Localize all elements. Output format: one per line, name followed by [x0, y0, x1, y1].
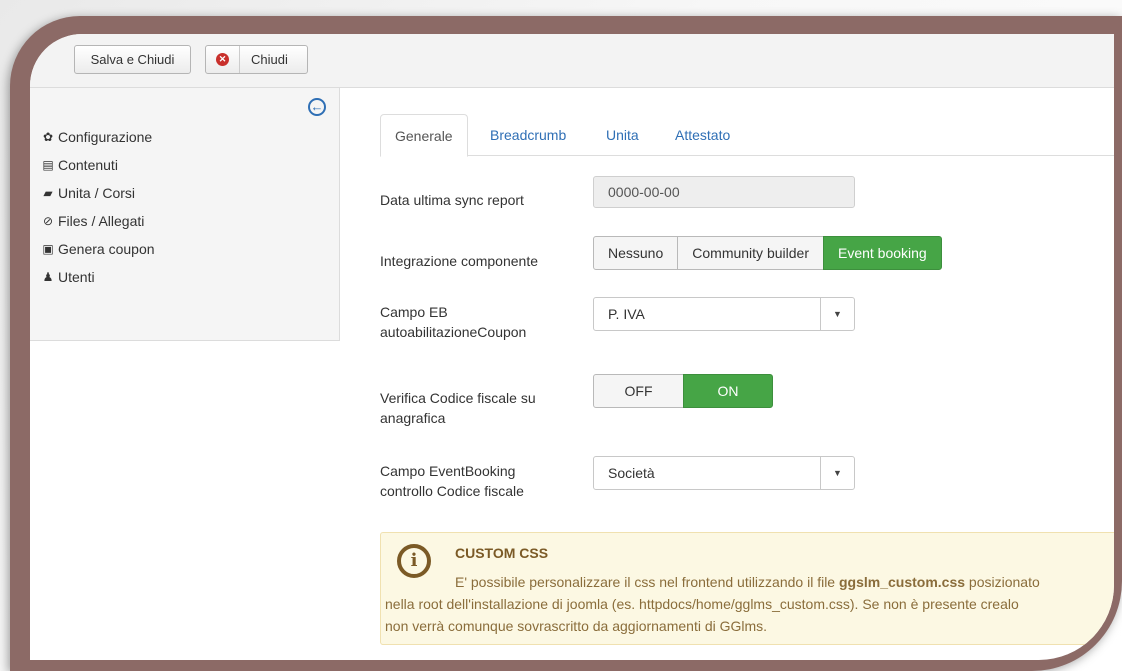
collapse-sidebar-icon[interactable]: ←: [308, 98, 326, 116]
integrazione-button-group: Nessuno Community builder Event booking: [593, 236, 942, 270]
campo-eventbooking-label: Campo EventBooking controllo Codice fisc…: [380, 461, 580, 501]
alert-line2: nella root dell'installazione di joomla …: [385, 596, 1019, 612]
campo-eb-label-line2: autoabilitazioneCoupon: [380, 324, 527, 340]
sidebar-item-utenti[interactable]: ♟ Utenti: [40, 268, 155, 296]
tab-breadcrumb[interactable]: Breadcrumb: [476, 114, 580, 157]
document-icon: ▤: [42, 158, 54, 172]
campo-eb-select[interactable]: P. IVA ▼: [593, 297, 855, 331]
toggle-off[interactable]: OFF: [593, 374, 684, 408]
verifica-label: Verifica Codice fiscale su anagrafica: [380, 388, 580, 428]
sidebar: ← ✿ Configurazione ▤ Contenuti ▰ Unita /…: [30, 88, 340, 341]
sidebar-item-genera-coupon[interactable]: ▣ Genera coupon: [40, 240, 155, 268]
sidebar-item-label: Genera coupon: [58, 241, 155, 257]
tab-attestato[interactable]: Attestato: [661, 114, 744, 157]
alert-text: E' possibile personalizzare il css nel f…: [385, 571, 1105, 637]
sidebar-menu: ✿ Configurazione ▤ Contenuti ▰ Unita / C…: [40, 128, 155, 296]
campo-eventbooking-value: Società: [608, 465, 655, 481]
sync-label: Data ultima sync report: [380, 192, 524, 208]
alert-line1-text: E' possibile personalizzare il css nel f…: [455, 574, 839, 590]
save-close-label: Salva e Chiudi: [90, 52, 175, 67]
tab-unita[interactable]: Unita: [592, 114, 653, 157]
alert-file-name: ggslm_custom.css: [838, 574, 966, 590]
option-community-builder[interactable]: Community builder: [677, 236, 824, 270]
sidebar-item-label: Configurazione: [58, 129, 153, 145]
close-label: Chiudi: [251, 52, 288, 67]
campo-eventbooking-select[interactable]: Società ▼: [593, 456, 855, 490]
close-icon: ✕: [206, 46, 240, 73]
tab-generale[interactable]: Generale: [380, 114, 468, 157]
integrazione-label: Integrazione componente: [380, 253, 538, 269]
toolbar: Salva e Chiudi ✕ Chiudi: [30, 34, 1114, 88]
sidebar-item-unita-corsi[interactable]: ▰ Unita / Corsi: [40, 184, 155, 212]
alert-line3: non verrà comunque sovrascritto da aggio…: [385, 618, 768, 634]
paperclip-icon: ⊘: [42, 214, 54, 228]
verifica-label-line2: anagrafica: [380, 410, 446, 426]
alert-line1: E' possibile personalizzare il css nel f…: [385, 571, 1105, 593]
option-event-booking[interactable]: Event booking: [822, 236, 942, 270]
toggle-on[interactable]: ON: [683, 374, 773, 408]
sidebar-item-label: Utenti: [58, 269, 95, 285]
main-content: Generale Breadcrumb Unita Attestato Data…: [380, 114, 1114, 645]
app-screen: Salva e Chiudi ✕ Chiudi ← ✿ Configurazio…: [30, 34, 1114, 660]
sidebar-item-label: Files / Allegati: [58, 213, 145, 229]
tab-bar: Generale Breadcrumb Unita Attestato: [380, 114, 1114, 157]
chevron-down-icon: ▼: [820, 457, 854, 489]
users-icon: ♟: [42, 270, 54, 284]
gear-icon: ✿: [42, 130, 54, 144]
print-icon: ▣: [42, 242, 54, 256]
alert-line1-end: posizionato: [965, 574, 1040, 590]
campo-eb-label-line1: Campo EB: [380, 304, 448, 320]
sidebar-item-label: Unita / Corsi: [58, 185, 136, 201]
sidebar-item-label: Contenuti: [58, 157, 118, 173]
sync-date-field: 0000-00-00: [593, 176, 855, 208]
alert-title: CUSTOM CSS: [455, 545, 549, 561]
verifica-toggle: OFF ON: [593, 374, 773, 408]
sidebar-item-configurazione[interactable]: ✿ Configurazione: [40, 128, 155, 156]
folder-icon: ▰: [43, 186, 53, 200]
custom-css-alert: i CUSTOM CSS E' possibile personalizzare…: [380, 532, 1114, 645]
chevron-down-icon: ▼: [820, 298, 854, 330]
campo-eb-value: P. IVA: [608, 306, 645, 322]
sidebar-item-files-allegati[interactable]: ⊘ Files / Allegati: [40, 212, 155, 240]
campo-eventbooking-label-line1: Campo EventBooking: [380, 463, 516, 479]
close-button[interactable]: ✕ Chiudi: [205, 45, 308, 74]
verifica-label-line1: Verifica Codice fiscale su: [380, 390, 536, 406]
save-close-button[interactable]: Salva e Chiudi: [74, 45, 191, 74]
sidebar-item-contenuti[interactable]: ▤ Contenuti: [40, 156, 155, 184]
option-nessuno[interactable]: Nessuno: [593, 236, 679, 270]
campo-eventbooking-label-line2: controllo Codice fiscale: [380, 483, 524, 499]
campo-eb-label: Campo EB autoabilitazioneCoupon: [380, 302, 580, 342]
